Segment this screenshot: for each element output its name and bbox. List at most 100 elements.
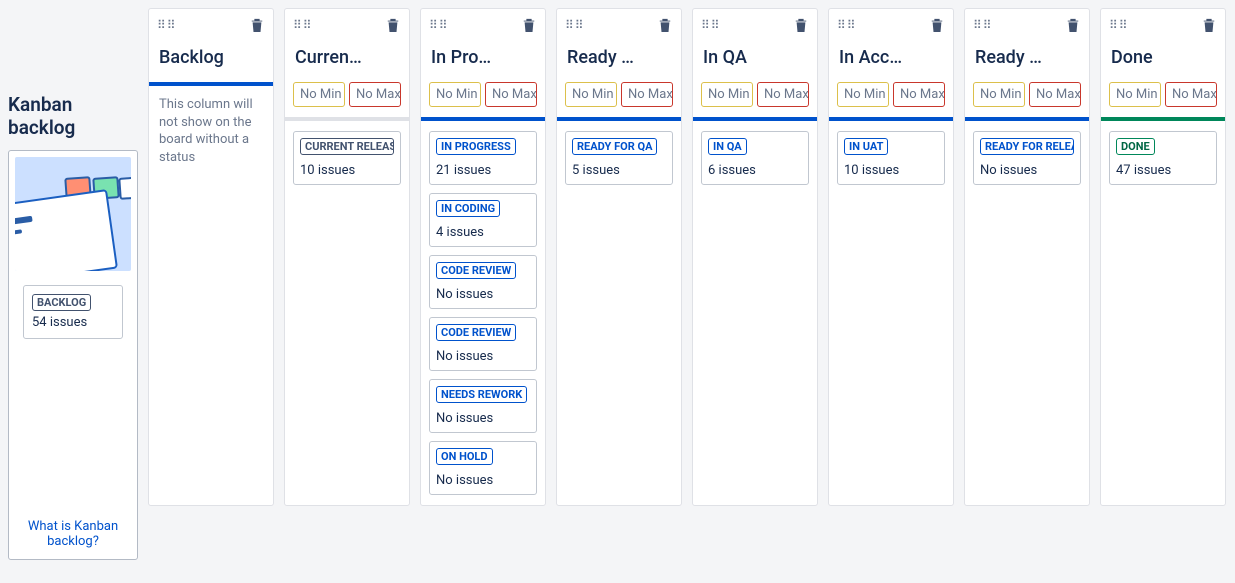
backlog-issue-count: 54 issues: [32, 315, 114, 330]
column-max-limit[interactable]: No Max: [757, 82, 809, 107]
column-max-limit[interactable]: No Max: [893, 82, 945, 107]
status-card[interactable]: IN UAT10 issues: [837, 131, 945, 185]
column-max-limit[interactable]: No Max: [1029, 82, 1081, 107]
column-limits: No MinNo Max: [965, 82, 1089, 117]
column-title[interactable]: Ready …: [965, 33, 1089, 82]
drag-handle-icon[interactable]: ⠿⠿: [973, 21, 993, 29]
column-divider: [285, 117, 409, 121]
status-lozenge: READY FOR RELEASE: [980, 138, 1074, 155]
delete-column-button[interactable]: [521, 16, 537, 34]
column-header: ⠿⠿: [693, 9, 817, 33]
status-issue-count: 4 issues: [436, 225, 530, 240]
board-column: ⠿⠿ In Pro…No MinNo Max IN PROGRESS21 issue…: [420, 8, 546, 506]
column-body: READY FOR RELEASE No issues: [965, 131, 1089, 195]
backlog-status-lozenge: BACKLOG: [32, 294, 91, 311]
status-lozenge: DONE: [1116, 138, 1155, 155]
column-max-limit[interactable]: No Max: [621, 82, 673, 107]
column-limits: No MinNo Max: [829, 82, 953, 117]
status-card[interactable]: IN PROGRESS21 issues: [429, 131, 537, 185]
column-max-limit[interactable]: No Max: [485, 82, 537, 107]
status-issue-count: No issues: [980, 163, 1074, 178]
board-column: ⠿⠿ Ready …No MinNo Max READY FOR QA 5 issue…: [556, 8, 682, 506]
status-card[interactable]: DONE 47 issues: [1109, 131, 1217, 185]
column-max-limit[interactable]: No Max: [349, 82, 401, 107]
delete-column-button[interactable]: [793, 16, 809, 34]
board-column: ⠿⠿ In Acc…No MinNo Max IN UAT10 issues: [828, 8, 954, 506]
column-body: IN UAT10 issues: [829, 131, 953, 195]
board-column: ⠿⠿BacklogThis column will not show on th…: [148, 8, 274, 506]
column-title[interactable]: Ready …: [557, 33, 681, 82]
columns-container: ⠿⠿BacklogThis column will not show on th…: [148, 8, 1226, 506]
delete-column-button[interactable]: [385, 16, 401, 34]
column-divider: [149, 82, 273, 86]
kanban-board: Kanban backlog BACKLOG 54 issues What is…: [0, 0, 1235, 583]
status-issue-count: 10 issues: [844, 163, 938, 178]
status-issue-count: 10 issues: [300, 163, 394, 178]
column-min-limit[interactable]: No Min: [293, 82, 345, 107]
column-min-limit[interactable]: No Min: [973, 82, 1025, 107]
status-card[interactable]: NEEDS REWORK No issues: [429, 379, 537, 433]
drag-handle-icon[interactable]: ⠿⠿: [293, 21, 313, 29]
status-card[interactable]: ON HOLDNo issues: [429, 441, 537, 495]
delete-column-button[interactable]: [929, 16, 945, 34]
kanban-backlog-sidebar: Kanban backlog BACKLOG 54 issues What is…: [8, 94, 138, 560]
column-body: READY FOR QA 5 issues: [557, 131, 681, 195]
delete-column-button[interactable]: [1065, 16, 1081, 34]
column-body: DONE 47 issues: [1101, 131, 1225, 195]
drag-handle-icon[interactable]: ⠿⠿: [565, 21, 585, 29]
column-title[interactable]: Curren…: [285, 33, 409, 82]
sidebar-title: Kanban backlog: [8, 94, 138, 140]
status-lozenge: NEEDS REWORK: [436, 386, 527, 403]
drag-handle-icon[interactable]: ⠿⠿: [429, 21, 449, 29]
column-min-limit[interactable]: No Min: [429, 82, 481, 107]
status-card[interactable]: READY FOR QA 5 issues: [565, 131, 673, 185]
column-min-limit[interactable]: No Min: [837, 82, 889, 107]
status-issue-count: 5 issues: [572, 163, 666, 178]
status-card[interactable]: CODE REVIEWNo issues: [429, 255, 537, 309]
column-header: ⠿⠿: [965, 9, 1089, 33]
column-body: IN PROGRESS21 issues IN CODING4 issues COD…: [421, 131, 545, 505]
status-card[interactable]: IN QA6 issues: [701, 131, 809, 185]
column-header: ⠿⠿: [829, 9, 953, 33]
status-card[interactable]: CURRENT RELEASE 10 issues: [293, 131, 401, 185]
drag-handle-icon[interactable]: ⠿⠿: [701, 21, 721, 29]
status-lozenge: IN QA: [708, 138, 747, 155]
column-title[interactable]: Done: [1101, 33, 1225, 82]
column-divider: [1101, 117, 1225, 121]
status-issue-count: No issues: [436, 411, 530, 426]
status-card[interactable]: CODE REVIEWNo issues: [429, 317, 537, 371]
board-column: ⠿⠿ Curren…No MinNo Max CURRENT RELEASE 10 i…: [284, 8, 410, 506]
kanban-backlog-help-link[interactable]: What is Kanban backlog?: [9, 519, 137, 549]
column-min-limit[interactable]: No Min: [701, 82, 753, 107]
column-limits: No MinNo Max: [421, 82, 545, 117]
column-divider: [693, 117, 817, 121]
column-title[interactable]: In Acc…: [829, 33, 953, 82]
board-column: ⠿⠿ Ready …No MinNo Max READY FOR RELEASE No…: [964, 8, 1090, 506]
delete-column-button[interactable]: [657, 16, 673, 34]
column-title[interactable]: In QA: [693, 33, 817, 82]
column-header: ⠿⠿: [557, 9, 681, 33]
column-title[interactable]: In Pro…: [421, 33, 545, 82]
delete-column-button[interactable]: [1201, 16, 1217, 34]
drag-handle-icon[interactable]: ⠿⠿: [1109, 21, 1129, 29]
status-lozenge: CURRENT RELEASE: [300, 138, 394, 155]
column-header: ⠿⠿: [421, 9, 545, 33]
column-title[interactable]: Backlog: [149, 33, 273, 82]
status-lozenge: READY FOR QA: [572, 138, 657, 155]
drag-handle-icon[interactable]: ⠿⠿: [837, 21, 857, 29]
status-card[interactable]: IN CODING4 issues: [429, 193, 537, 247]
column-limits: No MinNo Max: [285, 82, 409, 117]
column-divider: [557, 117, 681, 121]
column-max-limit[interactable]: No Max: [1165, 82, 1217, 107]
column-divider: [829, 117, 953, 121]
column-header: ⠿⠿: [285, 9, 409, 33]
delete-column-button[interactable]: [249, 16, 265, 34]
column-divider: [421, 117, 545, 121]
sidebar-panel: BACKLOG 54 issues What is Kanban backlog…: [8, 150, 138, 560]
backlog-status-card[interactable]: BACKLOG 54 issues: [23, 285, 123, 339]
column-min-limit[interactable]: No Min: [1109, 82, 1161, 107]
drag-handle-icon[interactable]: ⠿⠿: [157, 21, 177, 29]
status-card[interactable]: READY FOR RELEASE No issues: [973, 131, 1081, 185]
column-min-limit[interactable]: No Min: [565, 82, 617, 107]
status-issue-count: 47 issues: [1116, 163, 1210, 178]
